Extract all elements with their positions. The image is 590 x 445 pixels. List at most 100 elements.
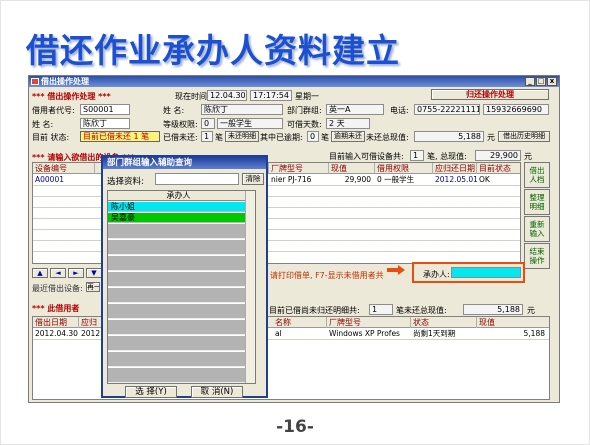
col-value: 现值 xyxy=(329,163,375,174)
borrower-id-label: 借用者代号: xyxy=(32,106,75,115)
col-status: 目前状态 xyxy=(477,163,520,174)
minimize-button[interactable]: _ xyxy=(525,77,535,86)
status-field: 目前已借未还 1 笔 xyxy=(80,131,160,142)
permission-label: 等级权限: xyxy=(163,120,198,129)
window-title: 借出操作处理 xyxy=(41,77,89,86)
owe-label: 目前已借尚未归还明细共: xyxy=(269,306,360,315)
list-item[interactable]: 吴嘉豪 xyxy=(108,213,246,223)
nav-prev-button[interactable]: ◄ xyxy=(50,268,66,278)
nav-up-button[interactable]: ▲ xyxy=(32,268,48,278)
row-value: 29,900 xyxy=(344,175,371,184)
return-operation-button[interactable]: 归还操作处理 xyxy=(431,89,549,100)
name2-label: 姓 名: xyxy=(32,120,54,129)
last-borrow-button[interactable]: 再一 xyxy=(86,282,100,292)
name2-field[interactable]: 陈欣丁 xyxy=(80,118,130,129)
input-total-label: 目前输入可借设备共: xyxy=(329,152,404,161)
borrow-history-button[interactable]: 借出历史明细 xyxy=(498,131,550,142)
total-value-field: 5,188 xyxy=(414,131,484,142)
row-brand-model: Windows XP Profes xyxy=(329,329,400,338)
phone-field: 0755-22221111 xyxy=(414,104,480,115)
empty-list-row xyxy=(108,352,246,367)
name-field: 陈欣丁 xyxy=(201,104,283,115)
empty-list-row xyxy=(108,272,246,287)
overdue-late-label: 其中已逾期: xyxy=(260,133,303,142)
total-value-label: 未还总现值: xyxy=(366,133,409,142)
row-state: 尚剩1天到期 xyxy=(413,329,456,338)
col-brand-model: 厂牌型号 xyxy=(327,317,411,328)
row-value: 5,188 xyxy=(523,329,545,338)
row-status: OK xyxy=(479,175,490,184)
empty-list-row xyxy=(108,320,246,335)
row-device-id: A00001 xyxy=(35,175,64,184)
organize-detail-button[interactable]: 整理 明细 xyxy=(524,189,550,215)
input-count-field: 1 xyxy=(410,150,424,161)
maximize-button[interactable]: □ xyxy=(536,77,546,86)
total-unit: 元 xyxy=(487,133,495,142)
days-label: 可借天数: xyxy=(287,120,322,129)
dialog-clear-button[interactable]: 清除 xyxy=(242,173,264,185)
page-number: -16- xyxy=(276,417,314,437)
empty-list-row xyxy=(108,336,246,351)
now-time-label: 现在时间: xyxy=(175,92,210,101)
row-brand-model: nier PJ-716 xyxy=(271,175,312,184)
end-operation-button[interactable]: 结束 操作 xyxy=(524,243,550,269)
col-permission: 借用权限 xyxy=(375,163,433,174)
print-warning-text: 请打印借单, F7-显示未借用者共 xyxy=(270,271,384,280)
side-button-label: 借出 人档 xyxy=(529,166,545,184)
input-unit: 笔, 总现值: xyxy=(427,152,467,161)
owe-value-field: 5,188 xyxy=(463,304,523,315)
mobile-field: 15932669690 xyxy=(483,104,549,115)
reinput-button[interactable]: 重新 输入 xyxy=(524,216,550,242)
phone-label: 电话: xyxy=(390,106,409,115)
col-brand-model: 厂牌型号 xyxy=(269,163,329,174)
col-due-date: 应归还日期 xyxy=(435,163,477,174)
row-permission: 0 一般学生 xyxy=(377,175,415,184)
list-item[interactable]: 陈小姐 xyxy=(108,202,246,212)
dept-lookup-dialog: 部门群组输入辅助查询 选择资料: 清除 承办人 陈小姐 吴嘉豪 选 择(Y) 取… xyxy=(101,155,268,398)
overdue-count-field: 1 xyxy=(201,131,213,142)
permission-code-field: 0 xyxy=(201,118,215,129)
nav-next-button[interactable]: ► xyxy=(68,268,84,278)
unreturned-detail-button[interactable]: 未还明细 xyxy=(225,131,259,142)
borrower-id-field[interactable]: S00001 xyxy=(80,104,130,115)
overdue-detail-button[interactable]: 逾期未还 xyxy=(331,131,365,142)
dialog-select-button[interactable]: 选 择(Y) xyxy=(125,386,177,398)
weekday-text: 星期一 xyxy=(295,92,319,101)
section-borrower-label: *** 此借用者 xyxy=(32,304,80,313)
owe-count-field: 1 xyxy=(369,304,393,315)
permission-text-field: 一般学生 xyxy=(217,118,283,129)
borrow-to-person-button[interactable]: 借出 人档 xyxy=(524,162,550,188)
dialog-cancel-button[interactable]: 取 消(N) xyxy=(191,386,243,398)
late-unit: 笔 xyxy=(321,133,329,142)
slide: 借还作业承办人资料建立 借出操作处理 _ □ x *** 借出操作处理 *** … xyxy=(0,0,590,445)
dialog-query-input[interactable] xyxy=(155,173,239,185)
col-device-id: 设备编号 xyxy=(33,163,95,174)
days-field: 2 天 xyxy=(326,118,370,129)
owe-money-unit: 元 xyxy=(527,306,535,315)
date-field: 12.04.30 xyxy=(207,90,247,101)
overdue-unit: 笔 xyxy=(215,133,223,142)
app-icon xyxy=(31,78,39,85)
row-name: al xyxy=(275,329,282,338)
row-due-date: 2012.05.01 xyxy=(435,175,478,184)
row-due: 2012 xyxy=(81,329,101,338)
col-state: 状态 xyxy=(411,317,477,328)
empty-list-row xyxy=(108,368,246,383)
close-button[interactable]: x xyxy=(547,77,557,86)
arrow-icon xyxy=(387,265,405,275)
slide-title: 借还作业承办人资料建立 xyxy=(26,31,400,70)
dialog-title: 部门群组输入辅助查询 xyxy=(103,157,266,169)
name-label: 姓 名: xyxy=(163,106,185,115)
empty-list-row xyxy=(108,240,246,255)
status-label: 目前 状态: xyxy=(32,133,70,142)
dialog-query-label: 选择资料: xyxy=(107,177,144,187)
input-value-field: 29,900 xyxy=(475,150,521,161)
owe-unit: 笔未还总现值: xyxy=(396,306,447,315)
late-count-field: 0 xyxy=(307,131,319,142)
dialog-scrollbar[interactable] xyxy=(245,191,255,383)
nav-down-button[interactable]: ▼ xyxy=(86,268,102,278)
side-button-label: 重新 输入 xyxy=(529,220,545,238)
input-money-unit: 元 xyxy=(524,152,532,161)
empty-list-row xyxy=(108,224,246,239)
dialog-list: 承办人 陈小姐 吴嘉豪 xyxy=(107,190,256,384)
